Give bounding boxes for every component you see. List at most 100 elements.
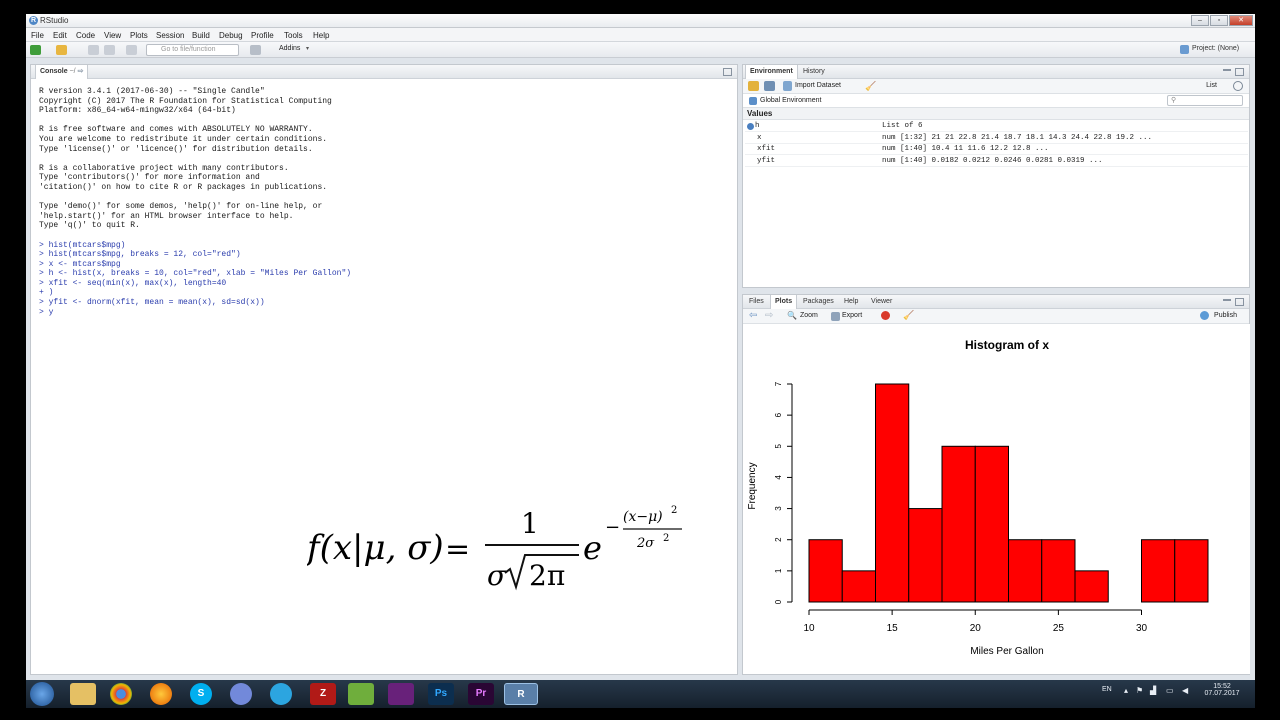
save-all-icon[interactable] [104, 45, 115, 55]
start-button-icon[interactable] [30, 682, 54, 706]
formula-exp-den-power: 2 [663, 533, 669, 544]
histogram-bar [1074, 570, 1109, 603]
menu-debug[interactable]: Debug [219, 31, 243, 40]
notepad-plus-icon[interactable] [348, 683, 374, 705]
console-output-line: You are welcome to redistribute it under… [39, 134, 328, 144]
explorer-icon[interactable] [70, 683, 96, 705]
print-icon[interactable] [126, 45, 137, 55]
tab-history[interactable]: History [799, 65, 829, 79]
tab-console[interactable]: Console ~/ ⇨ [35, 65, 89, 79]
minimize-pane-icon[interactable] [1223, 69, 1231, 71]
menu-code[interactable]: Code [76, 31, 95, 40]
telegram-icon[interactable] [270, 683, 292, 705]
maximize-pane-icon[interactable] [723, 68, 732, 76]
export-button[interactable]: Export [842, 312, 862, 319]
environment-row[interactable]: xfit num [1:40] 10.4 11 11.6 12.2 12.8 ..… [745, 144, 1248, 155]
publish-button[interactable]: Publish [1214, 312, 1237, 319]
tab-packages[interactable]: Packages [799, 295, 838, 309]
menu-help[interactable]: Help [313, 31, 329, 40]
new-file-icon[interactable] [30, 45, 41, 55]
console-output-line: Type 'demo()' for some demos, 'help()' f… [39, 202, 323, 212]
chrome-icon[interactable] [110, 683, 132, 705]
goto-directory-icon[interactable]: ⇨ [78, 68, 84, 75]
minimize-pane-icon[interactable] [1223, 299, 1231, 301]
visual-studio-icon[interactable] [388, 683, 414, 705]
search-icon[interactable]: ⚲ [1167, 95, 1243, 106]
import-dataset-button[interactable]: Import Dataset [795, 82, 841, 89]
broom-icon[interactable]: 🧹 [865, 81, 876, 92]
clock[interactable]: 15:52 07.07.2017 [1204, 683, 1240, 697]
console-input-line: > y [39, 307, 54, 317]
skype-icon[interactable]: S [190, 683, 212, 705]
histogram-bar [808, 539, 843, 603]
scope-select[interactable]: Global Environment [760, 97, 821, 104]
project-menu[interactable]: Project: (None) [1192, 45, 1239, 52]
photoshop-icon[interactable]: Ps [428, 683, 454, 705]
variable-value: List of 6 [882, 122, 923, 130]
environment-row[interactable]: h List of 6 [745, 121, 1248, 132]
tray-expand-icon[interactable]: ▴ [1124, 686, 1128, 695]
y-tick-label: 0 [774, 599, 783, 604]
tab-environment[interactable]: Environment [745, 65, 798, 79]
menu-session[interactable]: Session [156, 31, 184, 40]
maximize-pane-icon[interactable] [1235, 68, 1244, 76]
view-mode-select[interactable]: List [1206, 82, 1217, 89]
display-icon[interactable]: ▭ [1166, 686, 1174, 695]
close-button[interactable]: ✕ [1229, 15, 1253, 26]
menu-plots[interactable]: Plots [130, 31, 148, 40]
console-output[interactable]: R version 3.4.1 (2017-06-30) -- "Single … [39, 87, 351, 317]
console-output-line: R version 3.4.1 (2017-06-30) -- "Single … [39, 87, 265, 96]
console-output-line [39, 231, 351, 241]
console-input-line: > h <- hist(x, breaks = 10, col="red", x… [39, 269, 352, 279]
language-indicator[interactable]: EN [1102, 686, 1112, 693]
tab-help[interactable]: Help [840, 295, 862, 309]
menu-profile[interactable]: Profile [251, 31, 274, 40]
environment-scope-bar: Global Environment ⚲ [743, 94, 1249, 108]
environment-row[interactable]: yfit num [1:40] 0.0182 0.0212 0.0246 0.02… [745, 156, 1248, 167]
addins-menu[interactable]: Addins [279, 45, 300, 52]
console-input-line: > yfit <- dnorm(xfit, mean = mean(x), sd… [39, 298, 265, 308]
zoom-button[interactable]: Zoom [800, 312, 818, 319]
menu-file[interactable]: File [31, 31, 44, 40]
discord-icon[interactable] [230, 683, 252, 705]
premiere-icon[interactable]: Pr [468, 683, 494, 705]
expand-icon[interactable] [747, 123, 754, 130]
tab-plots[interactable]: Plots [770, 295, 798, 309]
environment-row[interactable]: x num [1:32] 21 21 22.8 21.4 18.7 18.1 14… [745, 133, 1248, 144]
tab-files[interactable]: Files [745, 295, 768, 309]
volume-icon[interactable]: ◀ [1182, 686, 1188, 695]
console-path: ~/ [69, 68, 76, 75]
remove-plot-icon[interactable] [881, 311, 890, 320]
back-arrow-icon[interactable]: ⇦ [749, 310, 757, 321]
open-project-icon[interactable] [56, 45, 67, 55]
filezilla-icon[interactable]: Z [310, 683, 336, 705]
console-input-line: > hist(mtcars$mpg) [39, 240, 126, 250]
menu-edit[interactable]: Edit [53, 31, 67, 40]
tab-viewer[interactable]: Viewer [867, 295, 896, 309]
refresh-icon[interactable] [1233, 81, 1243, 91]
workspace-panes-icon[interactable] [250, 45, 261, 55]
firefox-icon[interactable] [150, 683, 172, 705]
menu-build[interactable]: Build [192, 31, 210, 40]
console-output-line: 'help.start()' for an HTML browser inter… [39, 211, 294, 221]
go-to-file-input[interactable]: Go to file/function [146, 44, 239, 56]
rstudio-logo-icon: R [29, 16, 38, 25]
rstudio-taskbar-icon[interactable]: R [504, 683, 538, 705]
broom-icon[interactable]: 🧹 [903, 310, 914, 321]
load-workspace-icon[interactable] [748, 81, 759, 91]
maximize-button[interactable]: ▫ [1210, 15, 1228, 26]
x-tick-label: 10 [803, 623, 815, 634]
save-workspace-icon[interactable] [764, 81, 775, 91]
x-tick-label: 25 [1053, 623, 1065, 634]
flag-icon[interactable]: ⚑ [1136, 686, 1143, 695]
minimize-button[interactable]: – [1191, 15, 1209, 26]
network-icon[interactable]: ▟ [1150, 686, 1156, 695]
menu-tools[interactable]: Tools [284, 31, 303, 40]
menu-view[interactable]: View [104, 31, 121, 40]
formula-graphic: f(x|μ, σ) = 1 σ 2π e − (x−μ) 2 2σ 2 [304, 505, 682, 592]
save-icon[interactable] [88, 45, 99, 55]
console-output-line [39, 154, 351, 164]
maximize-pane-icon[interactable] [1235, 298, 1244, 306]
forward-arrow-icon[interactable]: ⇨ [765, 310, 773, 321]
console-pane: Console ~/ ⇨ R version 3.4.1 (2017-06-30… [30, 64, 738, 675]
